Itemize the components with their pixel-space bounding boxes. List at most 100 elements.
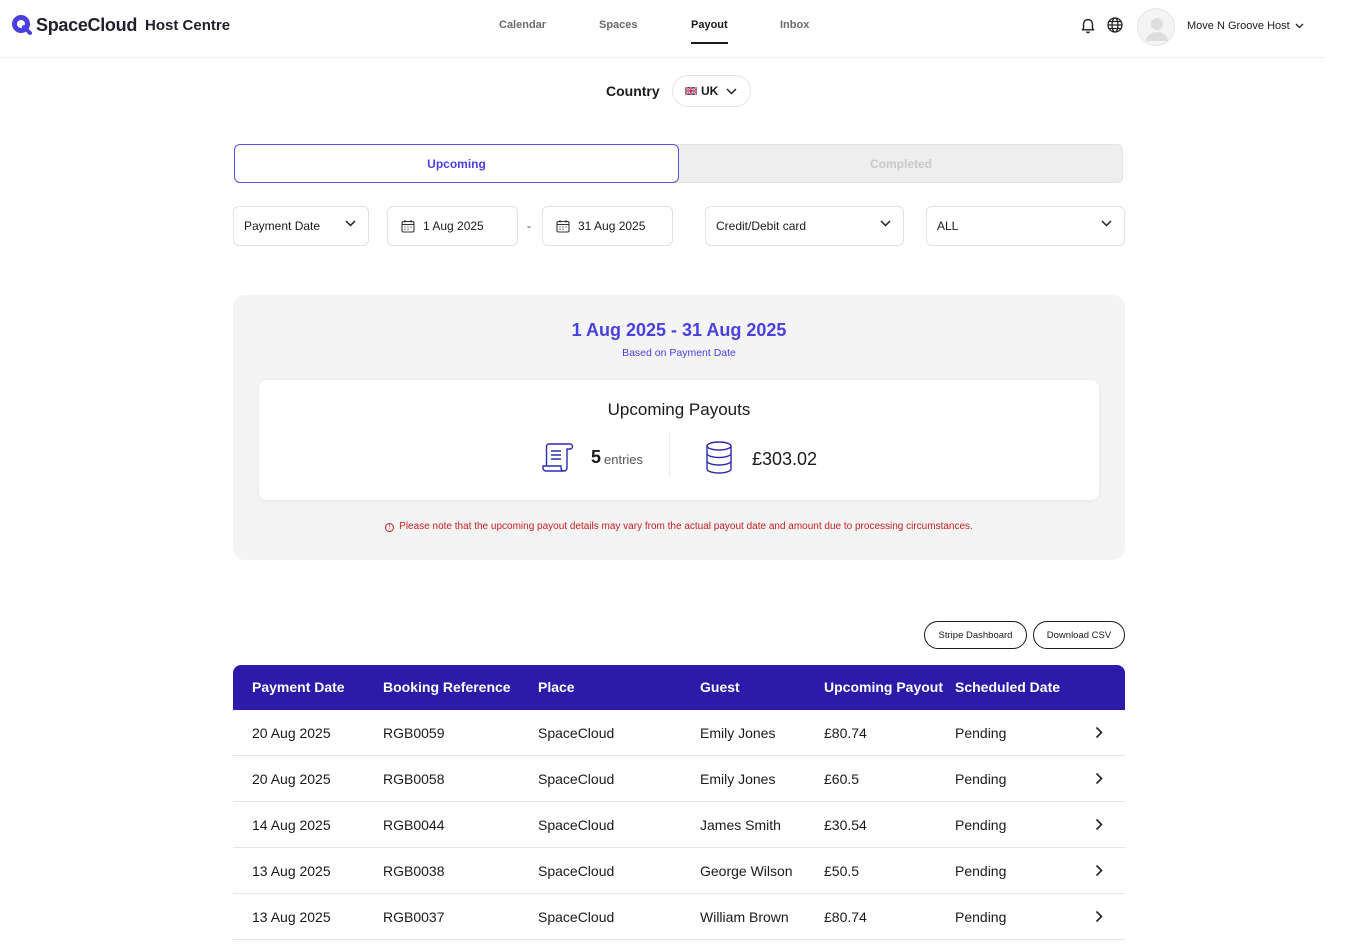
table-header: Payment Date Booking Reference Place Gue…	[233, 665, 1125, 710]
payment-date-cell: 13 Aug 2025	[252, 863, 331, 879]
upcoming-payout-cell: £60.5	[824, 771, 860, 787]
payout-amount: £303.02	[752, 449, 818, 469]
active-nav-indicator	[691, 42, 728, 44]
date-type-select[interactable]: Payment Date	[233, 206, 369, 246]
download-csv-button[interactable]: Download CSV	[1033, 621, 1125, 649]
booking-reference-cell: RGB0037	[383, 909, 445, 925]
column-header: Scheduled Date	[955, 679, 1061, 695]
payout-table: Payment Date Booking Reference Place Gue…	[233, 665, 1125, 940]
entries-count: 5	[591, 447, 602, 467]
table-row[interactable]: 20 Aug 2025 RGB0059 SpaceCloud Emily Jones £…	[233, 710, 1125, 756]
date-range-basis: Based on Payment Date	[622, 347, 736, 359]
chevron-down-icon	[345, 220, 356, 227]
avatar-icon	[1146, 18, 1168, 41]
payment-method-select[interactable]: Credit/Debit card	[705, 206, 904, 246]
country-value: UK	[701, 84, 719, 98]
payment-date-cell: 13 Aug 2025	[252, 909, 331, 925]
column-header: Payment Date	[252, 679, 345, 695]
chevron-right-icon[interactable]	[1095, 910, 1103, 923]
nav-payout-label: Payout	[691, 19, 728, 31]
scheduled-date-cell: Pending	[955, 909, 1007, 925]
database-icon	[706, 441, 732, 474]
country-select[interactable]: UK	[672, 75, 751, 107]
guest-cell: James Smith	[700, 817, 781, 833]
chevron-right-icon[interactable]	[1095, 726, 1103, 739]
user-menu[interactable]: Move N Groove Host	[1187, 20, 1304, 32]
top-header: SpaceCloud Host Centre Calendar Spaces P…	[0, 0, 1325, 58]
entries-label: entries	[604, 452, 644, 467]
start-date-value: 1 Aug 2025	[423, 219, 484, 233]
chevron-down-icon	[880, 220, 891, 227]
logo[interactable]: SpaceCloud Host Centre	[11, 14, 230, 36]
scheduled-date-cell: Pending	[955, 817, 1007, 833]
nav-calendar[interactable]: Calendar	[499, 19, 546, 31]
calendar-icon	[556, 220, 570, 233]
chevron-right-icon[interactable]	[1095, 772, 1103, 785]
start-date-picker[interactable]: 1 Aug 2025	[387, 206, 518, 246]
scheduled-date-cell: Pending	[955, 863, 1007, 879]
column-header: Upcoming Payout	[824, 679, 944, 695]
nav-spaces[interactable]: Spaces	[599, 19, 638, 31]
table-body: 20 Aug 2025 RGB0059 SpaceCloud Emily Jones £…	[233, 710, 1125, 940]
date-separator: -	[527, 219, 531, 233]
card-title: Upcoming Payouts	[607, 400, 751, 419]
nav-payout[interactable]: Payout	[691, 19, 728, 44]
upcoming-payout-cell: £80.74	[824, 909, 867, 925]
logo-text: SpaceCloud	[36, 14, 138, 35]
upcoming-payouts-card: Upcoming Payouts 5 entries £303.02	[259, 380, 1099, 500]
bell-icon[interactable]	[1079, 16, 1097, 34]
status-select[interactable]: ALL	[926, 206, 1125, 246]
chevron-down-icon	[726, 87, 737, 95]
tab-completed[interactable]: Completed	[679, 144, 1123, 183]
upcoming-payout-cell: £30.54	[824, 817, 867, 833]
place-cell: SpaceCloud	[538, 725, 615, 741]
receipt-icon	[542, 443, 574, 472]
user-name: Move N Groove Host	[1187, 20, 1290, 32]
upcoming-payout-cell: £80.74	[824, 725, 867, 741]
date-range-title: 1 Aug 2025 - 31 Aug 2025	[571, 320, 787, 340]
payout-summary: 1 Aug 2025 - 31 Aug 2025 Based on Paymen…	[233, 295, 1125, 560]
guest-cell: Emily Jones	[700, 725, 776, 741]
stripe-dashboard-button[interactable]: Stripe Dashboard	[924, 621, 1027, 649]
guest-cell: Emily Jones	[700, 771, 776, 787]
scheduled-date-cell: Pending	[955, 725, 1007, 741]
booking-reference-cell: RGB0038	[383, 863, 445, 879]
place-cell: SpaceCloud	[538, 909, 615, 925]
end-date-value: 31 Aug 2025	[578, 219, 646, 233]
date-type-value: Payment Date	[244, 219, 321, 233]
payment-date-cell: 20 Aug 2025	[252, 725, 331, 741]
scheduled-date-cell: Pending	[955, 771, 1007, 787]
chevron-right-icon[interactable]	[1095, 864, 1103, 877]
guest-cell: George Wilson	[700, 863, 793, 879]
payout-notice-text: Please note that the upcoming payout det…	[399, 521, 973, 532]
info-icon: !	[385, 523, 395, 532]
nav-inbox[interactable]: Inbox	[780, 19, 809, 31]
table-row[interactable]: 14 Aug 2025 RGB0044 SpaceCloud James Smith £…	[233, 802, 1125, 848]
place-cell: SpaceCloud	[538, 771, 615, 787]
table-row[interactable]: 13 Aug 2025 RGB0037 SpaceCloud William Brow…	[233, 894, 1125, 940]
place-cell: SpaceCloud	[538, 817, 615, 833]
column-header: Booking Reference	[383, 679, 511, 695]
booking-reference-cell: RGB0059	[383, 725, 445, 741]
booking-reference-cell: RGB0044	[383, 817, 445, 833]
table-row[interactable]: 20 Aug 2025 RGB0058 SpaceCloud Emily Jones £…	[233, 756, 1125, 802]
avatar[interactable]	[1137, 8, 1175, 46]
chevron-down-icon	[1101, 220, 1112, 227]
place-cell: SpaceCloud	[538, 863, 615, 879]
status-value: ALL	[937, 219, 959, 233]
guest-cell: William Brown	[700, 909, 789, 925]
end-date-picker[interactable]: 31 Aug 2025	[542, 206, 673, 246]
uk-flag-icon	[685, 87, 697, 95]
stat-divider	[669, 432, 670, 477]
globe-icon[interactable]	[1106, 16, 1124, 34]
chevron-right-icon[interactable]	[1095, 818, 1103, 831]
logo-icon	[12, 15, 32, 35]
tab-upcoming[interactable]: Upcoming	[234, 144, 679, 183]
booking-reference-cell: RGB0058	[383, 771, 445, 787]
payout-tabs: Upcoming Completed	[234, 144, 1123, 183]
calendar-icon	[401, 220, 415, 233]
payment-date-cell: 14 Aug 2025	[252, 817, 331, 833]
column-header: Place	[538, 679, 575, 695]
table-row[interactable]: 13 Aug 2025 RGB0038 SpaceCloud George Wilso…	[233, 848, 1125, 894]
upcoming-payout-cell: £50.5	[824, 863, 860, 879]
